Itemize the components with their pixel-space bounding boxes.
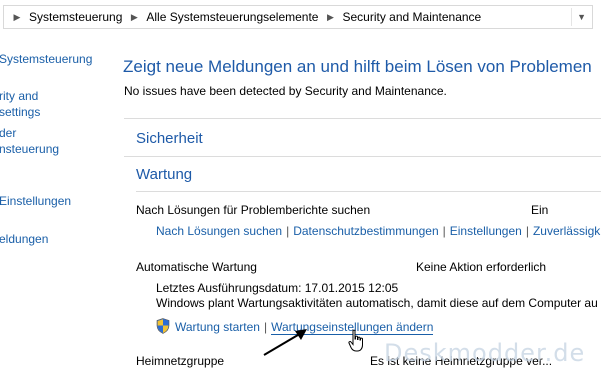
problem-reports-links: Nach Lösungen suchen | Datenschutzbestimmu… (156, 224, 600, 238)
sidebar-link-label: Systemsteuerung (0, 52, 93, 66)
homegroup-label: Heimnetzgruppe (136, 354, 225, 368)
uac-shield-icon (156, 318, 170, 334)
divider (124, 118, 601, 119)
sidebar-link-steuerung[interactable]: der nsteuerung (0, 125, 59, 157)
maintenance-description: Windows plant Wartungsaktivitäten automa… (156, 296, 598, 310)
search-solutions-link[interactable]: Nach Lösungen suchen (156, 224, 282, 238)
section-header-maintenance[interactable]: Wartung (136, 166, 192, 183)
hand-cursor-icon (348, 329, 363, 352)
report-settings-link[interactable]: Einstellungen (450, 224, 522, 238)
breadcrumb-security-maintenance[interactable]: Security and Maintenance (339, 10, 484, 24)
sidebar-link-label: der (0, 126, 17, 140)
auto-maintenance-label: Automatische Wartung (136, 260, 257, 274)
breadcrumb-systemsteuerung[interactable]: Systemsteuerung (26, 10, 125, 24)
chevron-down-icon[interactable]: ▼ (577, 8, 586, 26)
chevron-right-icon[interactable]: ▶ (8, 12, 26, 23)
problem-reports-label: Nach Lösungen für Problemberichte suchen (136, 203, 371, 217)
sidebar-link-label: settings (0, 105, 41, 119)
address-bar-region: ▶ Systemsteuerung ▶ Alle Systemsteuerung… (0, 0, 601, 35)
address-bar-divider (571, 8, 572, 26)
divider (124, 156, 601, 157)
divider (136, 191, 601, 192)
section-header-security[interactable]: Sicherheit (136, 130, 203, 147)
problem-reports-status: Ein (531, 203, 549, 217)
link-separator: | (286, 224, 290, 238)
watermark: Deskmodder.de (384, 339, 586, 367)
breadcrumb-alle-elemente[interactable]: Alle Systemsteuerungselemente (143, 10, 321, 24)
sidebar-link-label: Einstellungen (0, 194, 72, 208)
breadcrumb: ▶ Systemsteuerung ▶ Alle Systemsteuerung… (8, 6, 484, 28)
link-separator: | (525, 224, 529, 238)
sidebar-link-meldungen[interactable]: eldungen (0, 231, 48, 247)
sidebar-link-einstellungen[interactable]: Einstellungen (0, 193, 71, 209)
auto-maintenance-status: Keine Aktion erforderlich (416, 260, 547, 274)
page-title: Zeigt neue Meldungen an und hilft beim L… (123, 57, 592, 76)
status-summary: No issues have been detected by Security… (124, 84, 447, 98)
sidebar-link-systemsteuerung[interactable]: Systemsteuerung (0, 51, 92, 67)
start-maintenance-link[interactable]: Wartung starten (175, 320, 260, 334)
last-run-date: Letztes Ausführungsdatum: 17.01.2015 12:… (156, 281, 399, 295)
address-bar[interactable]: ▶ Systemsteuerung ▶ Alle Systemsteuerung… (3, 5, 593, 29)
sidebar-link-label: nsteuerung (0, 142, 60, 156)
link-separator: | (442, 224, 446, 238)
chevron-right-icon[interactable]: ▶ (321, 12, 339, 23)
reliability-history-link[interactable]: Zuverlässigk (533, 224, 600, 238)
annotation-arrow-icon (263, 329, 307, 356)
sidebar-link-label: eldungen (0, 232, 49, 246)
chevron-right-icon[interactable]: ▶ (125, 12, 143, 23)
sidebar-link-security-settings[interactable]: rity and settings (0, 88, 40, 120)
privacy-statement-link[interactable]: Datenschutzbestimmungen (293, 224, 438, 238)
sidebar-link-label: rity and (0, 89, 39, 103)
